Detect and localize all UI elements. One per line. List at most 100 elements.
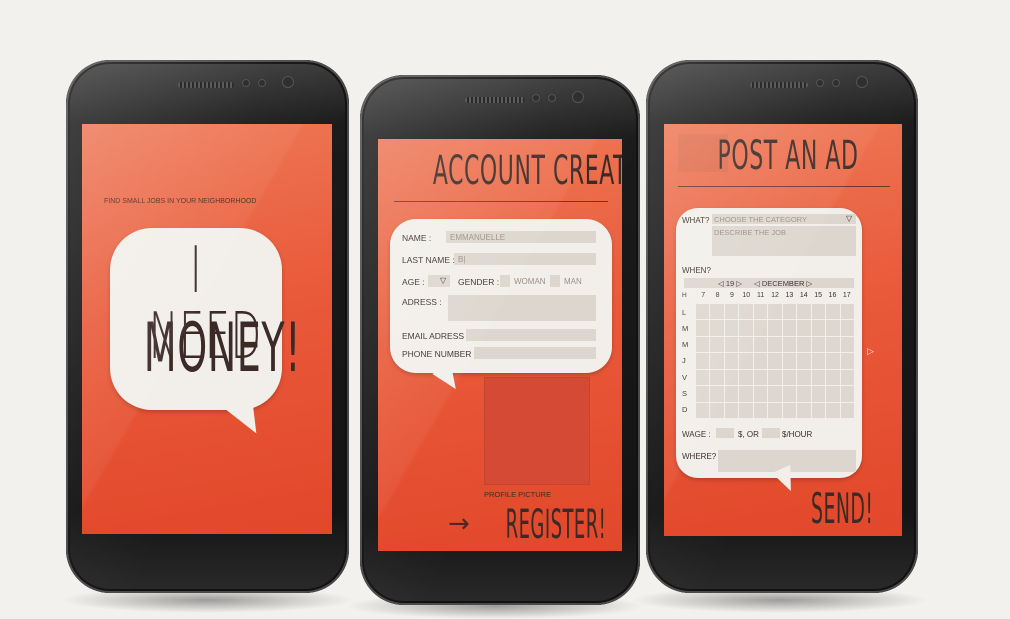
wage-fixed-input[interactable] <box>716 428 734 438</box>
schedule-cell[interactable] <box>826 353 840 369</box>
schedule-cell[interactable] <box>811 402 826 418</box>
schedule-cell[interactable] <box>782 369 797 386</box>
schedule-cell[interactable] <box>782 353 797 369</box>
address-input[interactable] <box>448 295 596 321</box>
schedule-cell[interactable] <box>797 369 811 386</box>
schedule-cell[interactable] <box>696 336 710 353</box>
next-week-arrow-icon[interactable]: ▷ <box>867 346 874 357</box>
schedule-cell[interactable] <box>739 336 753 353</box>
schedule-cell[interactable] <box>710 304 724 320</box>
schedule-cell[interactable] <box>710 386 724 402</box>
schedule-cell[interactable] <box>724 353 739 369</box>
schedule-cell[interactable] <box>811 386 826 402</box>
phone-input[interactable] <box>474 347 596 359</box>
schedule-cell[interactable] <box>811 369 826 386</box>
schedule-cell[interactable] <box>826 402 840 418</box>
schedule-cell[interactable] <box>811 304 826 320</box>
schedule-cell[interactable] <box>811 353 826 369</box>
schedule-cell[interactable] <box>826 320 840 336</box>
schedule-cell[interactable] <box>739 402 753 418</box>
schedule-cell[interactable] <box>768 320 782 336</box>
schedule-cell[interactable] <box>710 353 724 369</box>
schedule-cell[interactable] <box>782 320 797 336</box>
schedule-cell[interactable] <box>724 402 739 418</box>
send-button[interactable]: SEND! <box>811 488 873 530</box>
schedule-cell[interactable] <box>826 304 840 320</box>
schedule-cell[interactable] <box>696 386 710 402</box>
schedule-cell[interactable] <box>696 369 710 386</box>
schedule-cell[interactable] <box>753 402 768 418</box>
schedule-cell[interactable] <box>782 402 797 418</box>
schedule-cell[interactable] <box>710 320 724 336</box>
headline-line2: MONEY! <box>143 309 302 388</box>
schedule-cell[interactable] <box>696 304 710 320</box>
schedule-cell[interactable] <box>753 320 768 336</box>
what-label: WHAT? <box>682 216 710 225</box>
schedule-cell[interactable] <box>797 304 811 320</box>
schedule-cell[interactable] <box>768 304 782 320</box>
schedule-cell[interactable] <box>739 304 753 320</box>
schedule-cell[interactable] <box>811 336 826 353</box>
profile-picture-placeholder[interactable] <box>484 377 590 485</box>
schedule-cell[interactable] <box>840 402 854 418</box>
woman-radio[interactable] <box>500 275 510 287</box>
schedule-cell[interactable] <box>724 320 739 336</box>
schedule-cell[interactable] <box>840 369 854 386</box>
schedule-cell[interactable] <box>710 402 724 418</box>
schedule-cell[interactable] <box>724 304 739 320</box>
schedule-cell[interactable] <box>696 353 710 369</box>
schedule-cell[interactable] <box>840 353 854 369</box>
schedule-cell[interactable] <box>826 369 840 386</box>
schedule-cell[interactable] <box>710 336 724 353</box>
schedule-cell[interactable] <box>797 353 811 369</box>
screen-post-ad: POST AN AD WHAT? CHOOSE THE CATEGORY ▽ D… <box>664 124 902 536</box>
schedule-grid[interactable] <box>696 304 854 418</box>
schedule-cell[interactable] <box>826 336 840 353</box>
day-selector[interactable]: ◁ 19 ▷ <box>718 279 742 288</box>
schedule-cell[interactable] <box>782 386 797 402</box>
schedule-cell[interactable] <box>724 369 739 386</box>
schedule-cell[interactable] <box>696 320 710 336</box>
schedule-cell[interactable] <box>710 369 724 386</box>
man-radio[interactable] <box>550 275 560 287</box>
schedule-cell[interactable] <box>753 353 768 369</box>
schedule-cell[interactable] <box>724 336 739 353</box>
schedule-cell[interactable] <box>811 320 826 336</box>
schedule-cell[interactable] <box>782 304 797 320</box>
schedule-cell[interactable] <box>840 336 854 353</box>
man-option: MAN <box>564 277 582 286</box>
lastname-input[interactable] <box>454 253 596 265</box>
schedule-cell[interactable] <box>768 336 782 353</box>
schedule-cell[interactable] <box>724 386 739 402</box>
schedule-cell[interactable] <box>739 353 753 369</box>
schedule-cell[interactable] <box>739 386 753 402</box>
schedule-cell[interactable] <box>768 402 782 418</box>
schedule-cell[interactable] <box>782 336 797 353</box>
front-camera-icon <box>572 91 584 103</box>
schedule-cell[interactable] <box>739 320 753 336</box>
schedule-cell[interactable] <box>797 386 811 402</box>
schedule-cell[interactable] <box>739 369 753 386</box>
schedule-cell[interactable] <box>797 320 811 336</box>
schedule-cell[interactable] <box>826 386 840 402</box>
schedule-cell[interactable] <box>696 402 710 418</box>
schedule-cell[interactable] <box>797 336 811 353</box>
schedule-cell[interactable] <box>768 353 782 369</box>
address-label: ADRESS : <box>402 297 442 307</box>
schedule-cell[interactable] <box>840 320 854 336</box>
schedule-cell[interactable] <box>753 369 768 386</box>
schedule-cell[interactable] <box>797 402 811 418</box>
schedule-cell[interactable] <box>768 369 782 386</box>
schedule-cell[interactable] <box>768 386 782 402</box>
email-input[interactable] <box>466 329 596 341</box>
schedule-cell[interactable] <box>753 336 768 353</box>
schedule-cell[interactable] <box>840 386 854 402</box>
schedule-cell[interactable] <box>840 304 854 320</box>
month-selector[interactable]: ◁ DECEMBER ▷ <box>754 279 812 288</box>
wage-hourly-input[interactable] <box>762 428 780 438</box>
schedule-cell[interactable] <box>753 304 768 320</box>
name-value: EMMANUELLE <box>450 233 506 242</box>
schedule-cell[interactable] <box>753 386 768 402</box>
age-select[interactable] <box>428 275 450 287</box>
register-button[interactable]: REGISTER! <box>502 505 610 545</box>
